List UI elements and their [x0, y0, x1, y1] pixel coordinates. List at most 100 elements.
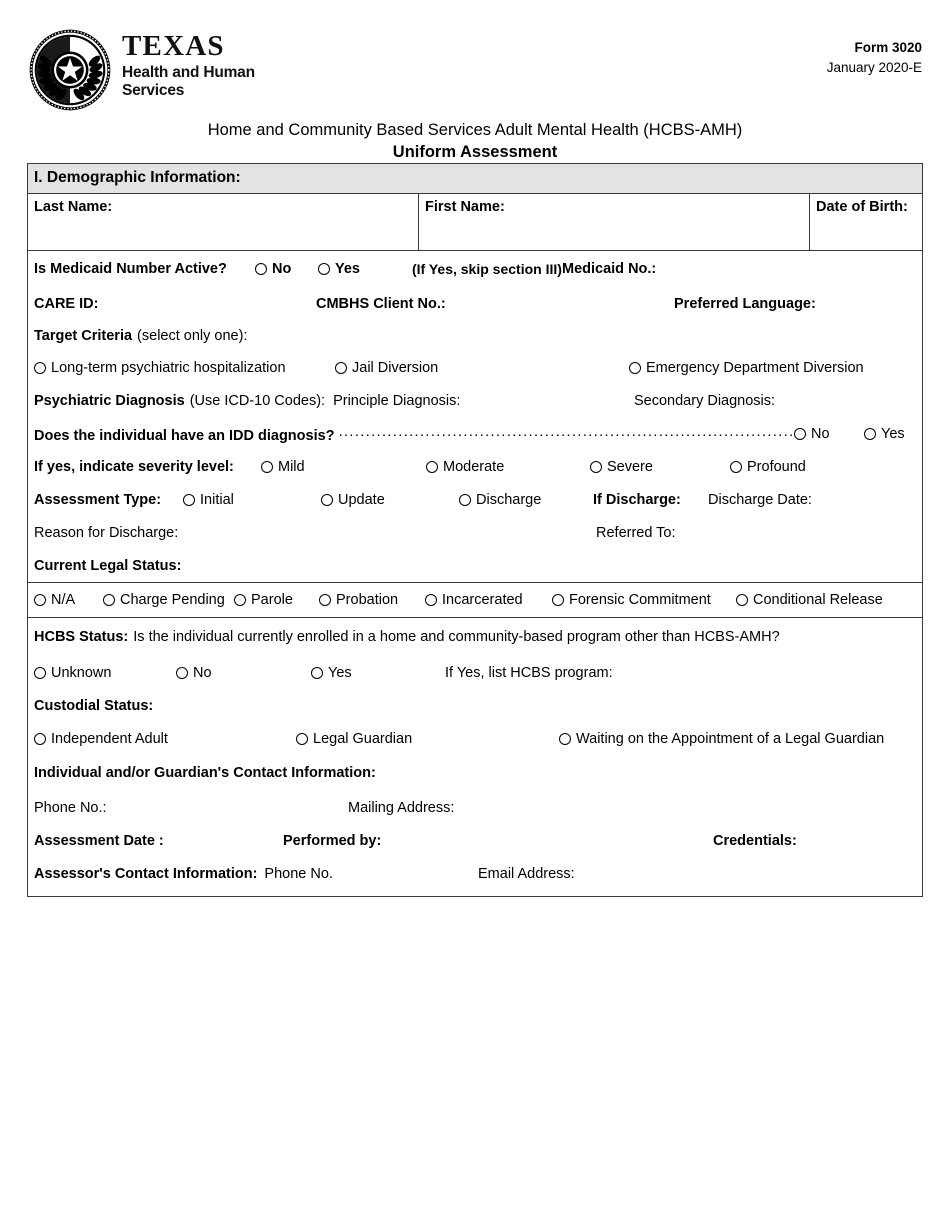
legal-status-option-1[interactable]: Charge Pending: [103, 592, 225, 608]
assessment-type-option-1-label: Update: [338, 491, 385, 508]
radio-legal-na[interactable]: [34, 594, 46, 606]
cmbhs-client-no-label[interactable]: CMBHS Client No.:: [316, 296, 446, 312]
custodial-option-0[interactable]: Independent Adult: [34, 731, 168, 747]
radio-idd-yes[interactable]: [864, 427, 876, 440]
idd-diagnosis-row: Does the individual have an IDD diagnosi…: [28, 417, 922, 450]
legal-status-option-5[interactable]: Forensic Commitment: [552, 592, 711, 608]
radio-assessment-discharge[interactable]: [459, 493, 471, 506]
legal-status-options-row: N/A Charge Pending Parole Probation Inca…: [28, 582, 922, 618]
medicaid-option-no[interactable]: No: [255, 261, 291, 277]
legal-status-option-2-label: Parole: [251, 592, 293, 608]
assessment-date-label[interactable]: Assessment Date :: [34, 833, 164, 849]
radio-long-term-psychiatric-hospitalization[interactable]: [34, 361, 46, 374]
medicaid-option-yes[interactable]: Yes: [318, 261, 360, 277]
target-criteria-option-0[interactable]: Long-term psychiatric hospitalization: [34, 360, 286, 376]
radio-idd-no[interactable]: [794, 427, 806, 440]
referred-to-label[interactable]: Referred To:: [596, 525, 676, 541]
severity-option-3[interactable]: Profound: [730, 459, 806, 475]
radio-assessment-update[interactable]: [321, 493, 333, 506]
assessor-contact-row: Assessor's Contact Information: Phone No…: [28, 857, 922, 890]
radio-hcbs-no[interactable]: [176, 666, 188, 679]
severity-option-1-label: Moderate: [443, 458, 505, 475]
contact-phone-label[interactable]: Phone No.:: [34, 800, 107, 816]
first-name-label: First Name:: [425, 199, 505, 215]
radio-hcbs-yes[interactable]: [311, 666, 323, 679]
radio-severity-profound[interactable]: [730, 460, 742, 473]
radio-custodial-legal-guardian[interactable]: [296, 732, 308, 745]
first-name-field[interactable]: First Name:: [419, 194, 810, 250]
target-criteria-option-2[interactable]: Emergency Department Diversion: [629, 360, 864, 376]
legal-status-option-3[interactable]: Probation: [319, 592, 398, 608]
medicaid-option-no-label: No: [272, 261, 292, 277]
hcbs-option-1[interactable]: No: [176, 665, 212, 681]
preferred-language-label[interactable]: Preferred Language:: [674, 296, 816, 312]
discharge-date-label[interactable]: Discharge Date:: [708, 492, 812, 508]
performed-by-label[interactable]: Performed by:: [283, 833, 381, 849]
document-title-line2: Uniform Assessment: [392, 142, 558, 161]
radio-hcbs-unknown[interactable]: [34, 666, 46, 679]
severity-option-3-label: Profound: [747, 458, 806, 475]
agency-logo: TEXAS Health and Human Services: [28, 28, 255, 112]
custodial-option-2[interactable]: Waiting on the Appointment of a Legal Gu…: [559, 731, 884, 747]
radio-medicaid-yes[interactable]: [318, 263, 330, 275]
legal-status-option-6[interactable]: Conditional Release: [736, 592, 883, 608]
radio-custodial-independent-adult[interactable]: [34, 732, 46, 745]
idd-option-no[interactable]: No: [794, 426, 830, 442]
credentials-label[interactable]: Credentials:: [713, 833, 797, 849]
idd-severity-label: If yes, indicate severity level:: [34, 458, 234, 475]
target-criteria-option-1[interactable]: Jail Diversion: [335, 360, 438, 376]
last-name-label: Last Name:: [34, 199, 113, 215]
radio-severity-moderate[interactable]: [426, 460, 438, 473]
radio-legal-parole[interactable]: [234, 594, 246, 606]
radio-legal-forensic-commitment[interactable]: [552, 594, 564, 606]
assessment-type-label: Assessment Type:: [34, 491, 162, 508]
idd-option-yes-label: Yes: [881, 425, 905, 442]
hcbs-option-0-label: Unknown: [51, 664, 112, 681]
current-legal-status-row: Current Legal Status:: [28, 549, 922, 582]
reason-for-discharge-label[interactable]: Reason for Discharge:: [34, 525, 178, 541]
severity-option-2[interactable]: Severe: [590, 459, 653, 475]
assessment-date-row: Assessment Date : Performed by: Credenti…: [28, 824, 922, 857]
assessment-type-option-0[interactable]: Initial: [183, 492, 234, 508]
care-id-label[interactable]: CARE ID:: [34, 296, 98, 312]
idd-question: Does the individual have an IDD diagnosi…: [34, 427, 335, 444]
radio-assessment-initial[interactable]: [183, 493, 195, 506]
custodial-status-options-row: Independent Adult Legal Guardian Waiting…: [28, 722, 922, 755]
severity-option-0[interactable]: Mild: [261, 459, 305, 475]
reason-for-discharge-row: Reason for Discharge: Referred To:: [28, 516, 922, 549]
radio-medicaid-no[interactable]: [255, 263, 267, 275]
date-of-birth-field[interactable]: Date of Birth:: [810, 194, 922, 250]
radio-legal-conditional-release[interactable]: [736, 594, 748, 606]
idd-option-yes[interactable]: Yes: [864, 426, 905, 442]
radio-legal-incarcerated[interactable]: [425, 594, 437, 606]
radio-legal-charge-pending[interactable]: [103, 594, 115, 606]
medicaid-question: Is Medicaid Number Active?: [34, 261, 227, 277]
assessment-type-option-1[interactable]: Update: [321, 492, 385, 508]
assessor-phone-label[interactable]: Phone No.: [264, 866, 333, 882]
assessment-type-option-2[interactable]: Discharge: [459, 492, 541, 508]
radio-severity-mild[interactable]: [261, 460, 273, 473]
custodial-option-1[interactable]: Legal Guardian: [296, 731, 412, 747]
custodial-option-2-label: Waiting on the Appointment of a Legal Gu…: [576, 730, 885, 747]
last-name-field[interactable]: Last Name:: [28, 194, 419, 250]
assessor-email-label[interactable]: Email Address:: [478, 866, 575, 882]
target-criteria-hint: (select only one):: [137, 328, 248, 344]
legal-status-option-5-label: Forensic Commitment: [569, 592, 711, 608]
contact-mailing-address-label[interactable]: Mailing Address:: [348, 800, 454, 816]
legal-status-option-0[interactable]: N/A: [34, 592, 75, 608]
radio-custodial-waiting-appointment[interactable]: [559, 732, 571, 745]
radio-legal-probation[interactable]: [319, 594, 331, 606]
hcbs-option-2[interactable]: Yes: [311, 665, 352, 681]
radio-emergency-department-diversion[interactable]: [629, 361, 641, 374]
severity-option-1[interactable]: Moderate: [426, 459, 504, 475]
hcbs-option-0[interactable]: Unknown: [34, 665, 111, 681]
radio-jail-diversion[interactable]: [335, 361, 347, 374]
secondary-diagnosis-label[interactable]: Secondary Diagnosis:: [634, 393, 775, 409]
legal-status-option-4[interactable]: Incarcerated: [425, 592, 523, 608]
principle-diagnosis-label[interactable]: Principle Diagnosis:: [333, 393, 460, 409]
radio-severity-severe[interactable]: [590, 460, 602, 473]
legal-status-option-2[interactable]: Parole: [234, 592, 293, 608]
hcbs-if-yes-label[interactable]: If Yes, list HCBS program:: [445, 665, 613, 681]
severity-option-2-label: Severe: [607, 458, 653, 475]
legal-status-option-3-label: Probation: [336, 592, 399, 608]
